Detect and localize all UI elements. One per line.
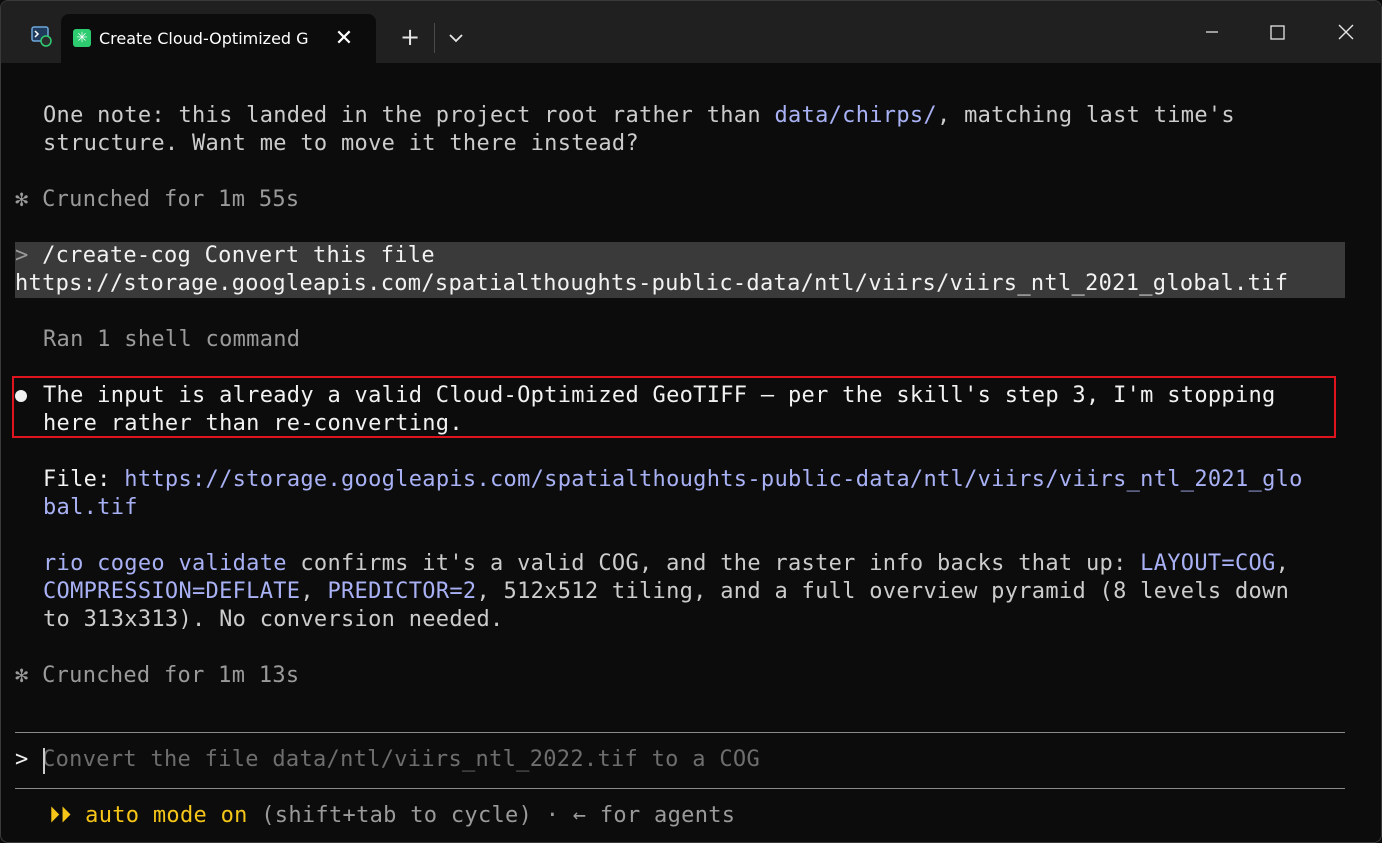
result-line: The input is already a valid Cloud-Optim… xyxy=(43,383,1276,408)
close-tab-icon[interactable]: ✕ xyxy=(331,26,357,52)
terminal-app-icon[interactable] xyxy=(31,26,53,48)
command-ref: rio cogeo validate xyxy=(43,551,287,576)
asterisk-icon: ✳ xyxy=(73,29,91,47)
note-line-2: structure. Want me to move it there inst… xyxy=(43,131,639,156)
user-prompt-line: > /create-cog Convert this file xyxy=(15,243,435,268)
chevron-down-icon[interactable] xyxy=(442,23,470,53)
fast-forward-icon: ⏵⏵ xyxy=(49,803,72,828)
input-marker: > xyxy=(15,747,29,772)
file-url-continued[interactable]: bal.tif xyxy=(43,494,138,522)
info-line: rio cogeo validate confirms it's a valid… xyxy=(43,551,1290,576)
close-window-button[interactable] xyxy=(1323,11,1369,51)
note-line: One note: this landed in the project roo… xyxy=(43,103,1235,128)
input-placeholder: Convert the file data/ntl/viirs_ntl_2022… xyxy=(42,747,760,772)
ran-shell-command[interactable]: Ran 1 shell command xyxy=(43,326,300,354)
crunched-status-2: ✻ Crunched for 1m 13s xyxy=(15,663,300,688)
new-tab-button[interactable]: + xyxy=(395,22,425,52)
auto-mode-label: auto mode on xyxy=(85,803,248,828)
user-prompt-url: https://storage.googleapis.com/spatialth… xyxy=(15,271,1289,296)
input-row[interactable]: > Convert the file data/ntl/viirs_ntl_20… xyxy=(15,746,760,774)
tab-title: Create Cloud-Optimized G xyxy=(99,29,309,48)
file-line: File: https://storage.googleapis.com/spa… xyxy=(43,467,1303,492)
file-url-link[interactable]: https://storage.googleapis.com/spatialth… xyxy=(124,467,1302,492)
path-link[interactable]: data/chirps/ xyxy=(774,103,937,128)
minimize-button[interactable] xyxy=(1189,11,1235,51)
sparkle-icon: ✻ xyxy=(15,187,29,212)
input-top-rule xyxy=(15,732,1345,733)
input-bottom-rule xyxy=(15,788,1345,789)
terminal-window: ✳ Create Cloud-Optimized G ✕ + One note:… xyxy=(0,0,1382,843)
maximize-button[interactable] xyxy=(1254,11,1300,51)
status-line: ⏵⏵ auto mode on (shift+tab to cycle) · ←… xyxy=(49,803,736,828)
crunched-status: ✻ Crunched for 1m 55s xyxy=(15,187,300,212)
info-line-2: COMPRESSION=DEFLATE, PREDICTOR=2, 512x51… xyxy=(43,579,1290,604)
title-bar: ✳ Create Cloud-Optimized G ✕ + xyxy=(1,1,1381,63)
info-line-3: to 313x313). No conversion needed. xyxy=(43,607,504,632)
sparkle-icon: ✻ xyxy=(15,663,29,688)
text-caret xyxy=(43,748,45,774)
prompt-marker: > xyxy=(15,243,29,268)
bullet-icon xyxy=(15,390,27,402)
divider xyxy=(434,23,435,53)
result-line-2: here rather than re-converting. xyxy=(43,411,463,436)
tab-active[interactable]: ✳ Create Cloud-Optimized G ✕ xyxy=(61,14,376,63)
terminal-output: One note: this landed in the project roo… xyxy=(1,63,1381,842)
